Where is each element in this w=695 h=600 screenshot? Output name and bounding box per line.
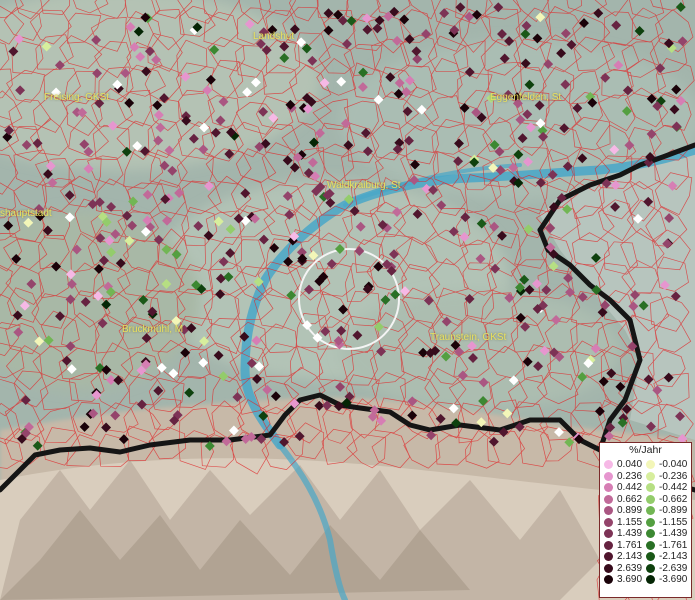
legend-entry: 3.690 bbox=[604, 574, 642, 586]
legend-swatch bbox=[604, 529, 613, 539]
legend-label: -3.690 bbox=[659, 574, 688, 586]
place-label-eggenfelden: Eggenfelden, St bbox=[490, 92, 562, 103]
legend-label: 2.639 bbox=[617, 562, 643, 574]
legend-swatch bbox=[646, 506, 655, 516]
legend-swatch bbox=[646, 517, 655, 527]
place-label-bruckmuehl: Bruckmühl, M bbox=[122, 324, 184, 335]
legend-entry: 0.662 bbox=[604, 494, 642, 506]
legend-label: -0.236 bbox=[659, 470, 688, 482]
legend-entry: 0.899 bbox=[604, 505, 642, 517]
legend-label: 1.439 bbox=[617, 528, 643, 540]
legend-entry: -0.236 bbox=[646, 471, 687, 483]
legend-swatch bbox=[646, 563, 655, 573]
legend-entry: 2.639 bbox=[604, 563, 642, 575]
legend-positive-column: 0.040 0.236 0.442 0.662 0.899 1.155 1.439 1.761… bbox=[604, 459, 642, 586]
legend-swatch bbox=[646, 494, 655, 504]
legend-entry: 0.236 bbox=[604, 471, 642, 483]
legend-swatch bbox=[646, 575, 655, 585]
legend-entry: -2.639 bbox=[646, 563, 687, 575]
place-label-waldkraiburg: Waldkraiburg, St bbox=[327, 180, 401, 191]
legend-label: -0.040 bbox=[659, 459, 688, 471]
legend-entry: -1.155 bbox=[646, 517, 687, 529]
legend-entry: -0.899 bbox=[646, 505, 687, 517]
legend-swatch bbox=[604, 494, 613, 504]
legend-entry: 2.143 bbox=[604, 551, 642, 563]
legend-label: -1.439 bbox=[659, 528, 688, 540]
legend-label: 3.690 bbox=[617, 574, 643, 586]
legend-swatch bbox=[604, 471, 613, 481]
legend-entry: -3.690 bbox=[646, 574, 687, 586]
place-label-traunstein: Traunstein, GKSt bbox=[430, 332, 507, 343]
legend-swatch bbox=[646, 460, 655, 470]
place-label-freising: Freising, GKSt bbox=[44, 92, 110, 103]
legend-label: 0.899 bbox=[617, 505, 643, 517]
legend-entry: 1.155 bbox=[604, 517, 642, 529]
legend-swatch bbox=[604, 506, 613, 516]
legend-label: 1.155 bbox=[617, 516, 643, 528]
map-canvas[interactable] bbox=[0, 0, 695, 600]
legend-swatch bbox=[646, 529, 655, 539]
legend-negative-column: -0.040 -0.236 -0.442 -0.662 -0.899 -1.155 -1.4… bbox=[646, 459, 687, 586]
legend-label: -0.662 bbox=[659, 493, 688, 505]
legend-entry: -1.761 bbox=[646, 540, 687, 552]
legend-label: 0.662 bbox=[617, 493, 643, 505]
legend-label: -0.899 bbox=[659, 505, 688, 517]
legend-entry: 1.761 bbox=[604, 540, 642, 552]
legend-swatch bbox=[604, 483, 613, 493]
legend-entry: 0.442 bbox=[604, 482, 642, 494]
legend-swatch bbox=[604, 575, 613, 585]
legend-entry: -2.143 bbox=[646, 551, 687, 563]
legend-label: 2.143 bbox=[617, 551, 643, 563]
legend-entry: 1.439 bbox=[604, 528, 642, 540]
legend-swatch bbox=[604, 563, 613, 573]
legend-swatch bbox=[646, 552, 655, 562]
legend-entry: -0.662 bbox=[646, 494, 687, 506]
legend-label: 0.040 bbox=[617, 459, 643, 471]
legend-title: %/Jahr bbox=[629, 444, 662, 456]
legend-label: -1.761 bbox=[659, 539, 688, 551]
legend-swatch bbox=[646, 483, 655, 493]
place-label-landshut: Landshut bbox=[253, 31, 295, 42]
legend-swatch bbox=[646, 540, 655, 550]
legend-entry: -0.040 bbox=[646, 459, 687, 471]
legend-label: 0.442 bbox=[617, 482, 643, 494]
legend-swatch bbox=[604, 552, 613, 562]
legend-label: -0.442 bbox=[659, 482, 688, 494]
legend-label: 1.761 bbox=[617, 539, 643, 551]
legend-label: 0.236 bbox=[617, 470, 643, 482]
legend-swatch bbox=[604, 517, 613, 527]
legend-swatch bbox=[604, 540, 613, 550]
legend-entry: -1.439 bbox=[646, 528, 687, 540]
legend-label: -1.155 bbox=[659, 516, 688, 528]
legend-swatch bbox=[646, 471, 655, 481]
legend-panel: %/Jahr 0.040 0.236 0.442 0.662 0.899 1.155 1.4… bbox=[599, 442, 692, 598]
legend-label: -2.143 bbox=[659, 551, 688, 563]
legend-swatch bbox=[604, 460, 613, 470]
place-label-hauptstadt: shauptstadt bbox=[0, 208, 52, 219]
legend-entry: 0.040 bbox=[604, 459, 642, 471]
legend-entry: -0.442 bbox=[646, 482, 687, 494]
legend-label: -2.639 bbox=[659, 562, 688, 574]
